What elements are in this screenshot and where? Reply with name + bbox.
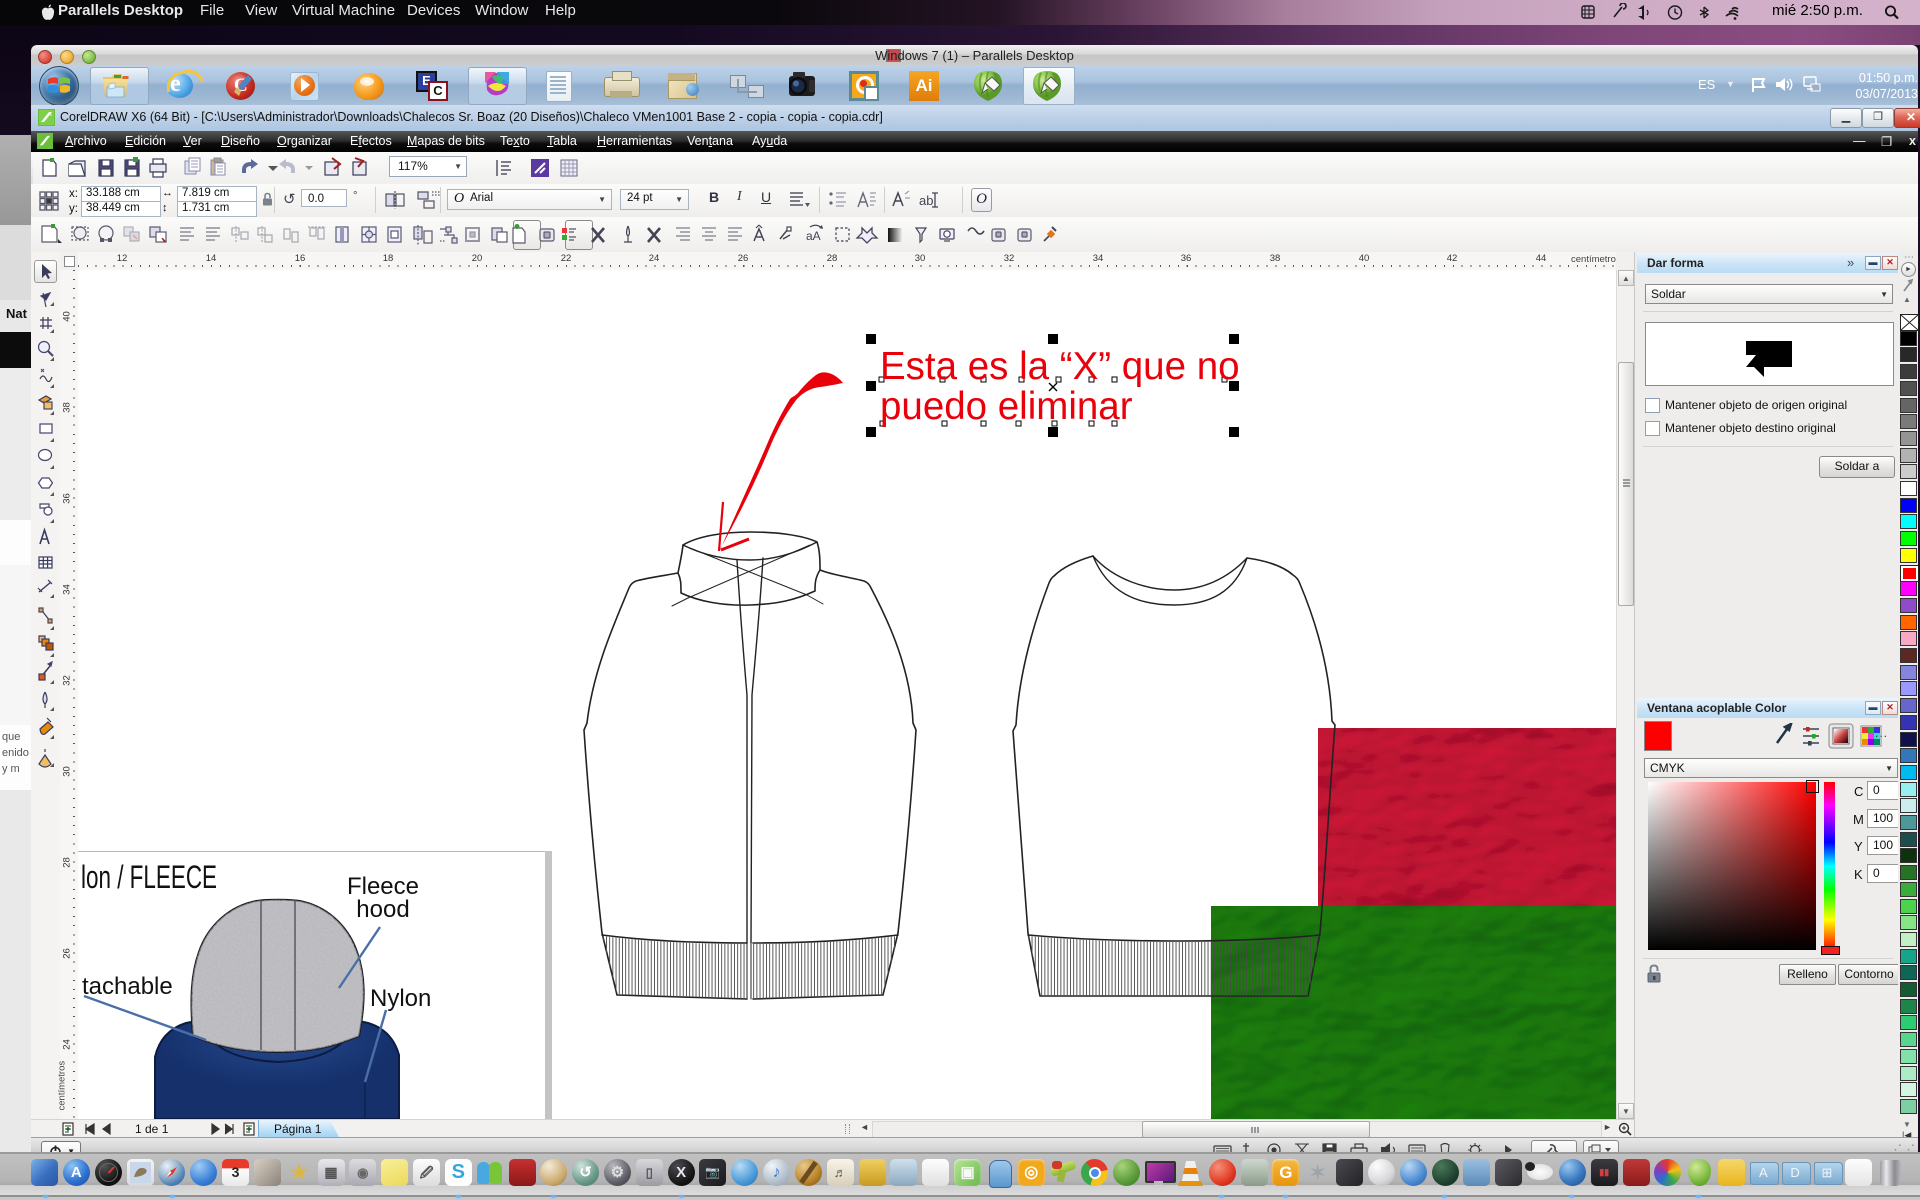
svg-text:Nylon: Nylon xyxy=(370,985,431,1012)
svg-text:tachable: tachable xyxy=(82,973,173,1000)
svg-text:aA: aA xyxy=(806,229,821,243)
svg-text:lon / FLEECE: lon / FLEECE xyxy=(81,859,217,895)
svg-text:ab: ab xyxy=(919,193,933,208)
svg-text:hood: hood xyxy=(356,896,409,923)
